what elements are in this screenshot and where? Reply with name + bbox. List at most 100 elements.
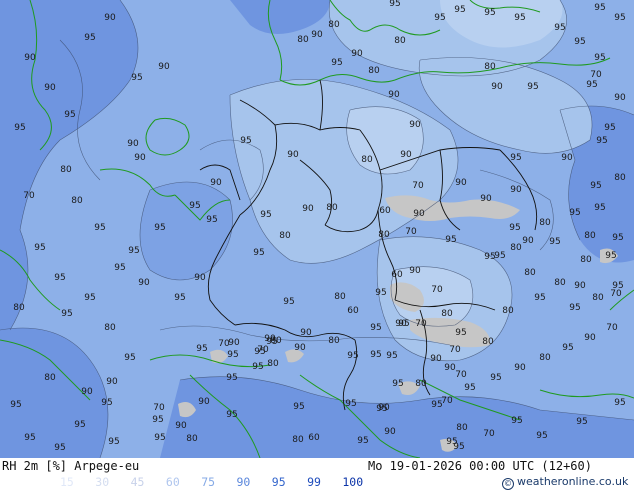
rh-label: 95 xyxy=(594,203,605,213)
legend-item: 45 xyxy=(130,475,145,489)
rh-label: 90 xyxy=(300,328,312,338)
rh-label: 80 xyxy=(334,292,346,302)
rh-label: 80 xyxy=(510,243,522,253)
rh-label: 95 xyxy=(34,243,45,253)
rh-label: 80 xyxy=(394,36,406,46)
rh-label: 90 xyxy=(388,90,400,100)
legend-item: 90 xyxy=(236,475,251,489)
rh-label: 90 xyxy=(561,153,573,163)
rh-label: 90 xyxy=(584,333,596,343)
rh-label: 90 xyxy=(444,363,456,373)
rh-label: 80 xyxy=(368,66,380,76)
rh-label: 95 xyxy=(576,417,587,427)
rh-label: 80 xyxy=(279,231,291,241)
rh-label: 70 xyxy=(483,429,495,439)
rh-label: 80 xyxy=(328,20,340,30)
rh-label: 80 xyxy=(292,435,304,445)
rh-label: 90 xyxy=(574,281,586,291)
rh-label: 95 xyxy=(386,351,397,361)
rh-label: 80 xyxy=(482,337,494,347)
rh-label: 90 xyxy=(514,363,526,373)
rh-label: 90 xyxy=(413,209,425,219)
rh-label: 95 xyxy=(494,251,505,261)
rh-label: 80 xyxy=(267,359,279,369)
rh-label: 90 xyxy=(287,150,299,160)
rh-label: 70 xyxy=(257,345,269,355)
rh-label: 95 xyxy=(511,416,522,426)
rh-label: 95 xyxy=(614,398,625,408)
rh-label: 80 xyxy=(580,255,592,265)
rh-label: 70 xyxy=(449,345,461,355)
rh-label: 95 xyxy=(240,136,251,146)
rh-label: 80 xyxy=(441,309,453,319)
rh-label: 80 xyxy=(44,373,56,383)
rh-label: 95 xyxy=(612,281,623,291)
rh-label: 95 xyxy=(345,399,356,409)
rh-label: 95 xyxy=(614,13,625,23)
legend-item: 75 xyxy=(201,475,216,489)
rh-label: 80 xyxy=(584,231,596,241)
rh-label: 70 xyxy=(23,191,35,201)
rh-label: 95 xyxy=(227,350,238,360)
rh-label: 95 xyxy=(454,5,465,15)
rh-label: 95 xyxy=(74,420,85,430)
rh-label: 90 xyxy=(24,53,36,63)
rh-label: 90 xyxy=(138,278,150,288)
color-legend: 15 30 45 60 75 90 95 99 100 xyxy=(60,475,378,489)
rh-label: 90 xyxy=(384,427,396,437)
rh-label: 95 xyxy=(464,383,475,393)
rh-label: 95 xyxy=(124,353,135,363)
rh-label: 95 xyxy=(453,442,464,452)
rh-label: 90 xyxy=(409,120,421,130)
rh-label: 95 xyxy=(392,379,403,389)
rh-label: 95 xyxy=(569,303,580,313)
legend-item: 100 xyxy=(342,475,364,489)
rh-label: 95 xyxy=(64,110,75,120)
rh-label: 95 xyxy=(536,431,547,441)
rh-label: 80 xyxy=(592,293,604,303)
rh-label: 90 xyxy=(198,397,210,407)
rh-label: 95 xyxy=(431,400,442,410)
map-datetime: Mo 19-01-2026 00:00 UTC (12+60) xyxy=(368,459,592,473)
rh-label: 90 xyxy=(614,93,626,103)
rh-label: 95 xyxy=(260,210,271,220)
rh-label: 95 xyxy=(196,344,207,354)
rh-label: 80 xyxy=(539,353,551,363)
rh-label: 95 xyxy=(527,82,538,92)
rh-label: 95 xyxy=(549,237,560,247)
rh-label: 60 xyxy=(347,306,359,316)
rh-label: 90 xyxy=(228,338,240,348)
rh-label: 90 xyxy=(430,354,442,364)
rh-label: 90 xyxy=(264,334,276,344)
rh-label: 95 xyxy=(484,8,495,18)
rh-label: 60 xyxy=(379,206,391,216)
credit-link[interactable]: © weatheronline.co.uk xyxy=(502,475,628,490)
rh-label: 95 xyxy=(514,13,525,23)
rh-label: 95 xyxy=(101,398,112,408)
rh-label: 90 xyxy=(400,150,412,160)
rh-label: 95 xyxy=(605,251,616,261)
rh-label: 90 xyxy=(302,204,314,214)
rh-label: 80 xyxy=(484,62,496,72)
rh-label: 80 xyxy=(104,323,116,333)
rh-label: 90 xyxy=(158,62,170,72)
rh-label: 90 xyxy=(480,194,492,204)
rh-label: 80 xyxy=(554,278,566,288)
rh-label: 95 xyxy=(84,33,95,43)
rh-label: 70 xyxy=(590,70,602,80)
rh-label: 90 xyxy=(194,273,206,283)
rh-label: 70 xyxy=(441,396,453,406)
rh-label: 90 xyxy=(491,82,503,92)
rh-label: 95 xyxy=(347,351,358,361)
rh-label: 90 xyxy=(81,387,93,397)
rh-label: 80 xyxy=(614,173,626,183)
rh-label: 80 xyxy=(297,35,309,45)
rh-label: 95 xyxy=(283,297,294,307)
rh-label: 95 xyxy=(128,246,139,256)
rh-label: 80 xyxy=(415,379,427,389)
rh-label: 95 xyxy=(509,223,520,233)
rh-label: 95 xyxy=(445,235,456,245)
rh-label: 90 xyxy=(522,236,534,246)
rh-label: 95 xyxy=(154,433,165,443)
rh-label: 90 xyxy=(106,377,118,387)
